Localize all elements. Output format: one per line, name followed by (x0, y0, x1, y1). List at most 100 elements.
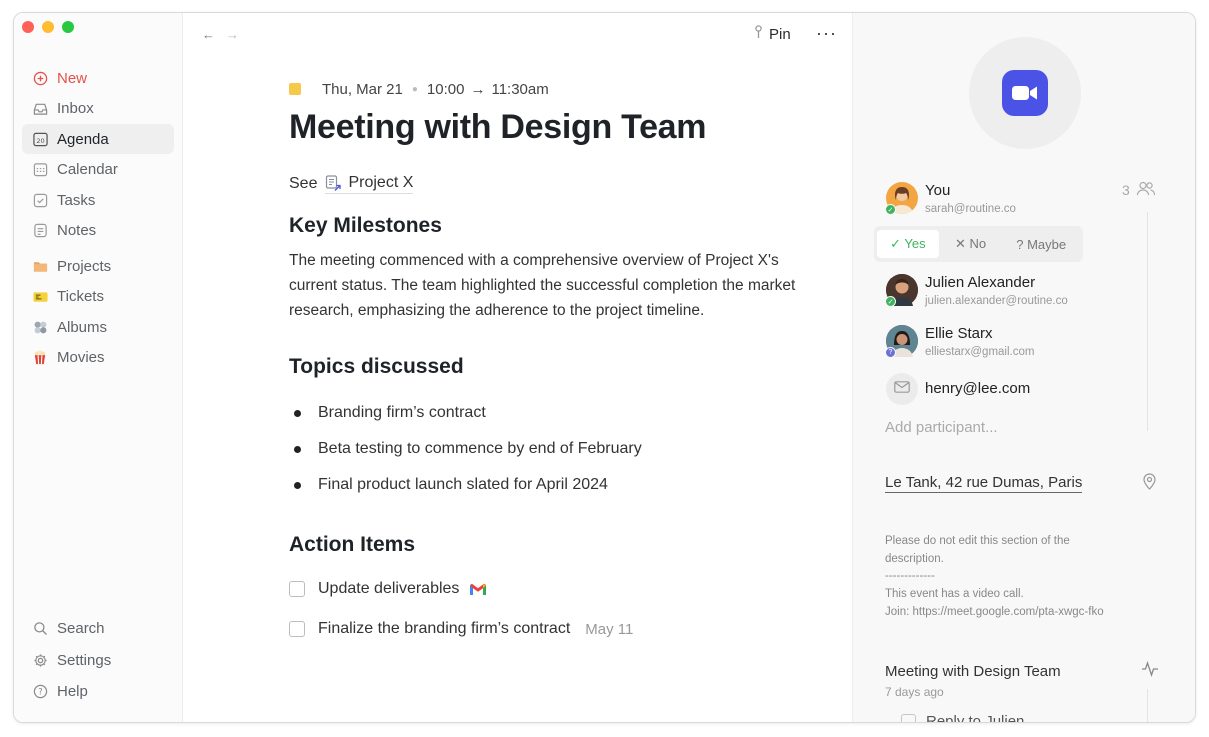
sidebar-nav: New Inbox 20 Agenda Calendar Tasks Notes… (22, 63, 174, 373)
see-project-line: See Project X (289, 174, 829, 194)
video-call-button[interactable] (969, 37, 1081, 149)
gmail-icon[interactable] (469, 583, 487, 596)
add-participant-input[interactable]: Add participant... (885, 419, 998, 436)
sidebar-item-notes[interactable]: Notes (22, 216, 174, 246)
rsvp-no-button[interactable]: ✕ No (939, 230, 1003, 258)
photos-icon (32, 319, 48, 335)
sidebar-item-search[interactable]: Search (22, 613, 174, 644)
list-item[interactable]: Branding firm’s contract (289, 395, 829, 431)
list-item-text: Branding firm’s contract (318, 404, 486, 421)
app-window: New Inbox 20 Agenda Calendar Tasks Notes… (13, 12, 1196, 723)
activity-time: 7 days ago (885, 685, 944, 699)
milestones-heading: Key Milestones (289, 214, 442, 237)
event-date-bar[interactable]: Thu, Mar 21 ● 10:00 → 11:30am (289, 79, 829, 99)
sidebar-item-label: Tasks (57, 191, 96, 209)
sidebar-item-label: Projects (57, 257, 112, 275)
ticket-icon (32, 289, 48, 305)
sidebar-item-calendar[interactable]: Calendar (22, 155, 174, 185)
sidebar-item-agenda[interactable]: 20 Agenda (22, 124, 174, 154)
participant-row[interactable]: ✓ You sarah@routine.co (885, 182, 1016, 218)
see-label: See (289, 175, 318, 192)
description-line: description. (885, 552, 944, 565)
participant-row[interactable]: ? Ellie Starx elliestarx@gmail.com (885, 325, 1034, 361)
event-content: Thu, Mar 21 ● 10:00 → 11:30am Meeting wi… (289, 79, 829, 649)
action-checkbox[interactable] (289, 581, 305, 597)
sidebar-item-label: Settings (57, 651, 112, 669)
event-start-time: 10:00 (426, 80, 465, 98)
separator-dot: ● (411, 83, 418, 95)
sidebar-item-tasks[interactable]: Tasks (22, 185, 174, 215)
action-checkbox[interactable] (289, 621, 305, 637)
event-description[interactable]: Please do not edit this section of the d… (885, 533, 1165, 622)
participant-name: Julien Alexander (925, 274, 1036, 291)
plus-circle-icon (32, 70, 48, 86)
action-item-label[interactable]: Finalize the branding firm’s contract (318, 620, 570, 638)
sidebar-item-help[interactable]: ? Help (22, 676, 174, 707)
participant-email: sarah@routine.co (925, 203, 1016, 215)
rsvp-maybe-button[interactable]: ? Maybe (1002, 230, 1080, 258)
checkbox-icon (32, 192, 48, 208)
help-icon: ? (32, 684, 48, 700)
toolbar: ← → Pin ··· (184, 23, 851, 47)
action-item-label[interactable]: Update deliverables (318, 580, 459, 598)
list-item-text: Final product launch slated for April 20… (318, 476, 608, 493)
location-field[interactable]: Le Tank, 42 rue Dumas, Paris (885, 473, 1083, 493)
rsvp-yes-button[interactable]: ✓ Yes (877, 230, 939, 258)
zoom-icon (1002, 70, 1048, 116)
pin-label: Pin (769, 25, 791, 43)
activity-todo[interactable]: Reply to Julien (901, 713, 1025, 723)
topics-heading: Topics discussed (289, 355, 464, 378)
back-arrow-icon[interactable]: ← (202, 27, 215, 42)
list-item[interactable]: Beta testing to commence by end of Febru… (289, 431, 829, 467)
more-options-button[interactable]: ··· (816, 23, 837, 44)
sidebar-item-tickets[interactable]: Tickets (22, 282, 174, 312)
sidebar-item-movies[interactable]: Movies (22, 343, 174, 373)
participant-row[interactable]: ✓ Julien Alexander julien.alexander@rout… (885, 274, 1068, 310)
participant-row[interactable]: henry@lee.com (886, 373, 1030, 405)
page-title[interactable]: Meeting with Design Team (289, 107, 829, 147)
participants-count[interactable]: 3 (1122, 181, 1156, 199)
sidebar-item-new[interactable]: New (22, 63, 174, 93)
sidebar-item-albums[interactable]: Albums (22, 312, 174, 342)
milestones-text[interactable]: The meeting commenced with a comprehensi… (289, 248, 829, 323)
event-date: Thu, Mar 21 (322, 80, 403, 98)
avatar: ✓ (885, 182, 918, 215)
list-item[interactable]: Final product launch slated for April 20… (289, 467, 829, 503)
participant-name: henry@lee.com (925, 380, 1031, 397)
close-window-button[interactable] (22, 21, 34, 33)
divider-line (1147, 212, 1148, 431)
accepted-status-icon: ✓ (885, 204, 896, 215)
minimize-window-button[interactable] (42, 21, 54, 33)
forward-arrow-icon[interactable]: → (226, 27, 239, 42)
description-line: Please do not edit this section of the (885, 535, 1070, 547)
note-color-square (289, 83, 301, 95)
location-pin-icon[interactable] (1143, 473, 1156, 495)
sidebar-item-inbox[interactable]: Inbox (22, 94, 174, 124)
action-due-date[interactable]: May 11 (585, 621, 633, 638)
window-controls (22, 21, 74, 33)
event-main-panel: ← → Pin ··· Thu, Mar 21 ● 10:00 → 11:30a… (184, 13, 851, 722)
bullet-dot (294, 445, 301, 453)
sidebar-item-projects[interactable]: Projects (22, 251, 174, 281)
todo-label: Reply to Julien (926, 713, 1025, 723)
arrow-right-icon: → (470, 80, 486, 98)
project-link[interactable]: Project X (325, 174, 414, 194)
pin-button[interactable]: Pin (754, 25, 791, 43)
action-item: Finalize the branding firm’s contract Ma… (289, 609, 829, 649)
folder-icon (32, 258, 48, 274)
maximize-window-button[interactable] (62, 21, 74, 33)
description-line: ------------- (885, 570, 935, 583)
sidebar-item-label: Tickets (57, 288, 104, 305)
sidebar-item-settings[interactable]: Settings (22, 645, 174, 676)
activity-pulse-icon[interactable] (1141, 660, 1159, 682)
activity-title[interactable]: Meeting with Design Team (885, 663, 1061, 680)
sidebar-item-label: Search (57, 620, 105, 637)
list-item-text: Beta testing to commence by end of Febru… (318, 440, 642, 457)
sidebar-bottom: Search Settings ? Help (22, 613, 174, 708)
todo-checkbox[interactable] (901, 714, 916, 722)
email-avatar (886, 373, 918, 405)
accepted-status-icon: ✓ (885, 296, 896, 307)
project-link-label: Project X (348, 174, 414, 191)
action-item: Update deliverables (289, 569, 829, 609)
svg-text:20: 20 (36, 136, 44, 144)
